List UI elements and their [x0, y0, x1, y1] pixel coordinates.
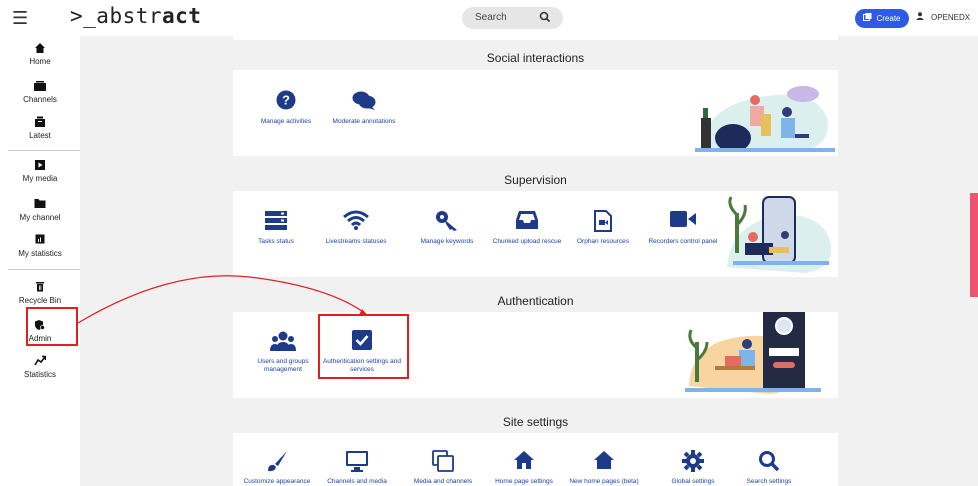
tool-recorders-control-panel[interactable]: Recorders control panel: [643, 210, 723, 246]
card-site-settings: Customize appearance Channels and media …: [233, 433, 838, 486]
key-icon: [407, 210, 487, 232]
social-illustration: [695, 78, 835, 159]
admin-highlight-box: [26, 307, 78, 346]
sidebar: Home Channels Latest My media My channel…: [0, 36, 80, 486]
sidebar-item-statistics[interactable]: Statistics: [0, 355, 80, 379]
svg-text:?: ?: [282, 93, 290, 108]
tool-manage-activities[interactable]: ? Manage activities: [246, 90, 326, 126]
statistics-icon: [33, 355, 47, 367]
section-title-social: Social interactions: [486, 51, 585, 65]
tool-global-settings[interactable]: Global settings: [653, 450, 733, 486]
sidebar-item-my-channel[interactable]: My channel: [0, 198, 80, 222]
file-video-icon: [563, 210, 643, 232]
tool-tasks-status[interactable]: Tasks status: [236, 210, 316, 246]
section-title-supervision: Supervision: [504, 173, 567, 187]
paint-brush-icon: [237, 450, 317, 472]
search-input[interactable]: Search: [462, 7, 563, 29]
home-icon: [564, 450, 644, 472]
sidebar-item-home[interactable]: Home: [0, 42, 80, 66]
stats-icon: [33, 234, 47, 246]
create-icon: [863, 13, 872, 24]
top-bar: ☰ >_abstract Search Create OPENEDX: [0, 0, 978, 36]
supervision-illustration: [723, 195, 835, 280]
tool-manage-keywords[interactable]: Manage keywords: [407, 210, 487, 246]
latest-icon: [33, 116, 47, 128]
search-icon[interactable]: [539, 10, 551, 27]
tool-media-and-channels[interactable]: Media and channels: [403, 450, 483, 486]
authentication-highlight-box: [318, 314, 409, 379]
sidebar-item-recycle-bin[interactable]: Recycle Bin: [0, 281, 80, 305]
authentication-illustration: [685, 312, 821, 401]
sidebar-item-my-statistics[interactable]: My statistics: [0, 234, 80, 258]
tool-chunked-upload-rescue[interactable]: Chunked upload rescue: [487, 210, 567, 246]
feedback-tab[interactable]: [970, 193, 978, 297]
create-button[interactable]: Create: [855, 9, 909, 28]
sidebar-divider: [8, 269, 80, 270]
sidebar-item-my-media[interactable]: My media: [0, 159, 80, 183]
home-icon: [33, 42, 47, 54]
wifi-icon: [316, 210, 396, 232]
sidebar-divider: [8, 150, 80, 151]
home-icon: [484, 450, 564, 472]
tool-search-settings[interactable]: Search settings: [729, 450, 809, 486]
sidebar-item-latest[interactable]: Latest: [0, 116, 80, 140]
comments-icon: [324, 90, 404, 112]
section-title-site-settings: Site settings: [502, 415, 569, 429]
tool-channels-and-media[interactable]: Channels and media: [317, 450, 397, 486]
tool-orphan-resources[interactable]: Orphan resources: [563, 210, 643, 246]
tool-home-page-settings[interactable]: Home page settings: [484, 450, 564, 486]
section-title-authentication: Authentication: [497, 294, 574, 308]
tool-moderate-annotations[interactable]: Moderate annotations: [324, 90, 404, 126]
my-media-icon: [33, 159, 47, 171]
question-icon: ?: [246, 90, 326, 112]
server-icon: [236, 210, 316, 232]
copy-icon: [403, 450, 483, 472]
hamburger-icon[interactable]: ☰: [12, 8, 28, 29]
tool-livestreams-statuses[interactable]: Livestreams statuses: [316, 210, 396, 246]
tool-customize-appearance[interactable]: Customize appearance: [237, 450, 317, 486]
card-social: ? Manage activities Moderate annotations: [233, 70, 838, 156]
gear-icon: [653, 450, 733, 472]
search-placeholder: Search: [475, 12, 507, 23]
user-name: OPENEDX: [931, 12, 971, 22]
user-menu[interactable]: OPENEDX: [916, 12, 970, 22]
logo[interactable]: >_abstract: [70, 4, 201, 28]
tool-new-home-pages[interactable]: New home pages (beta): [564, 450, 644, 486]
card-top-strip: [233, 36, 838, 40]
channels-icon: [33, 80, 47, 92]
user-icon: [916, 12, 924, 22]
monitor-icon: [317, 450, 397, 472]
trash-icon: [33, 281, 47, 293]
tool-users-and-groups[interactable]: Users and groups management: [243, 330, 323, 374]
sidebar-item-channels[interactable]: Channels: [0, 80, 80, 104]
inbox-icon: [487, 210, 567, 232]
card-supervision: Tasks status Livestreams statuses Manage…: [233, 191, 838, 277]
folder-icon: [33, 198, 47, 210]
users-icon: [243, 330, 323, 352]
video-camera-icon: [643, 210, 723, 232]
search-icon: [729, 450, 809, 472]
